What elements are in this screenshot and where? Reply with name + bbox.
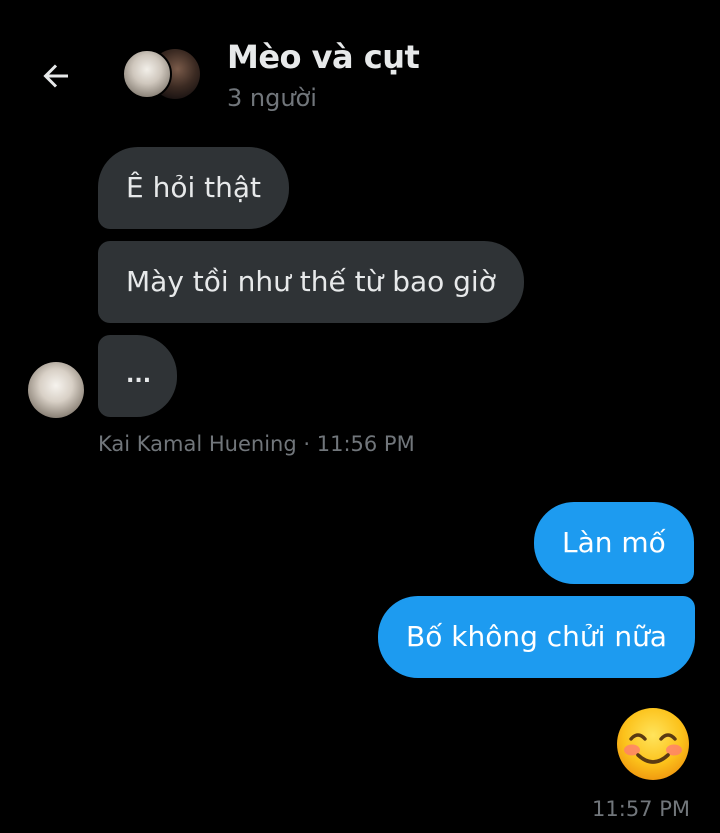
conversation-header: Mèo và cụt 3 người: [0, 0, 720, 130]
arrow-left-icon: [43, 64, 68, 88]
conversation-title[interactable]: Mèo và cụt: [227, 38, 420, 76]
member-count[interactable]: 3 người: [227, 84, 317, 112]
group-avatar[interactable]: [122, 47, 204, 101]
back-button[interactable]: [36, 56, 76, 96]
message-bubble-incoming[interactable]: Ê hỏi thật: [98, 147, 290, 229]
message-bubble-incoming[interactable]: Mày tồi như thế từ bao giờ: [98, 241, 524, 323]
member-avatar: [122, 49, 172, 99]
sender-avatar[interactable]: [28, 362, 84, 418]
message-timestamp: 11:57 PM: [592, 797, 690, 821]
message-bubble-outgoing[interactable]: Bố không chửi nữa: [378, 596, 695, 678]
message-bubble-outgoing[interactable]: Làn mố: [534, 502, 694, 584]
message-bubble-incoming[interactable]: ...: [98, 335, 177, 417]
message-meta: Kai Kamal Huening · 11:56 PM: [98, 432, 415, 456]
smiling-face-with-blush-icon[interactable]: [615, 706, 691, 782]
